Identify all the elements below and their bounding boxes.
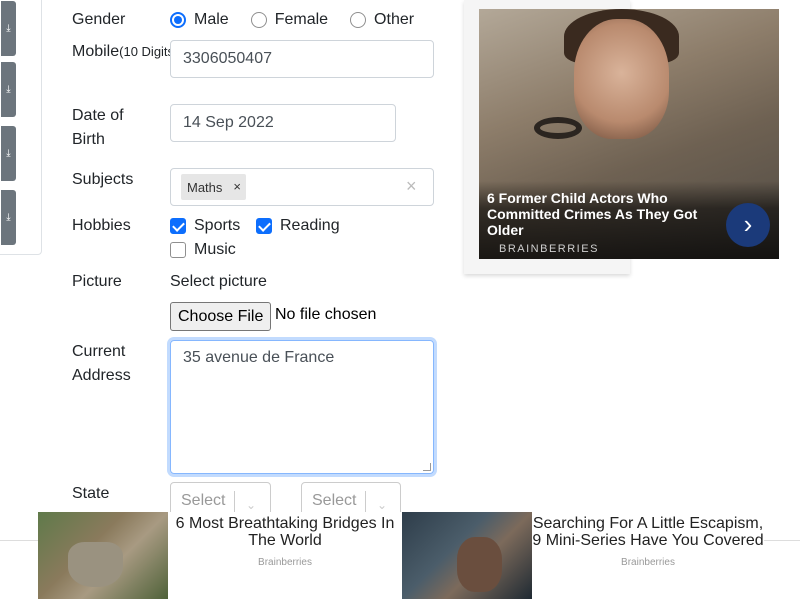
side-download-button-4[interactable]: ⤓: [1, 190, 16, 245]
address-label: Current Address: [72, 340, 131, 388]
gender-female-radio[interactable]: [250, 12, 267, 28]
ad-image[interactable]: 6 Former Child Actors Who Committed Crim…: [479, 9, 779, 259]
state-select-separator: [234, 491, 235, 513]
ad-photo-tire: [534, 117, 582, 139]
ad-bottom-thumb-2[interactable]: [402, 512, 532, 599]
picture-prompt: Select picture: [170, 273, 267, 290]
ad-title[interactable]: 6 Former Child Actors Who Committed Crim…: [487, 190, 717, 238]
mobile-label: Mobile(10 Digits): [72, 40, 178, 64]
dob-label: Date of Birth: [72, 104, 124, 152]
dob-label-line1: Date of: [72, 107, 124, 124]
state-label: State: [72, 485, 110, 502]
download-icon: ⤓: [6, 148, 11, 159]
download-icon: ⤓: [6, 84, 11, 95]
hobbies-label: Hobbies: [72, 217, 131, 234]
choose-file-button[interactable]: Choose File: [170, 302, 272, 331]
next-arrow-icon[interactable]: ›: [726, 203, 770, 247]
dob-label-line2: Birth: [72, 131, 105, 148]
side-download-button-2[interactable]: ⤓: [1, 62, 16, 117]
mobile-input[interactable]: 3306050407: [170, 40, 434, 78]
ad-source: BRAINBERRIES: [499, 243, 599, 255]
side-panel: ⤓ ⤓ ⤓ ⤓: [0, 0, 42, 255]
address-label-line1: Current: [72, 343, 126, 360]
hobby-reading-label[interactable]: Reading: [280, 217, 340, 235]
ad-photo-face: [574, 19, 669, 139]
hobby-music-label[interactable]: Music: [194, 241, 236, 259]
hobby-music[interactable]: Music: [170, 238, 236, 262]
ad-bottom-thumb-2-subject: [457, 537, 502, 592]
address-label-line2: Address: [72, 367, 131, 384]
hobby-sports-checkbox[interactable]: [170, 218, 186, 234]
ad-bottom-title-1[interactable]: 6 Most Breathtaking Bridges In The World: [168, 512, 402, 549]
subjects-label: Subjects: [72, 171, 134, 188]
hobby-reading-checkbox[interactable]: [256, 218, 272, 234]
download-icon: ⤓: [6, 212, 11, 223]
ad-bottom-thumb-1[interactable]: [38, 512, 168, 599]
ad-bottom-source-2: Brainberries: [621, 557, 675, 568]
file-status: No file chosen: [275, 306, 377, 323]
download-icon: ⤓: [6, 23, 11, 34]
mobile-label-text: Mobile: [72, 43, 120, 60]
hobby-sports[interactable]: Sports: [170, 214, 240, 238]
picture-label: Picture: [72, 273, 122, 290]
hobby-sports-label[interactable]: Sports: [194, 217, 240, 235]
dob-input[interactable]: 14 Sep 2022: [170, 104, 396, 142]
gender-label: Gender: [72, 11, 126, 28]
ad-bottom-thumb-1-subject: [68, 542, 123, 587]
ad-bottom-source-1: Brainberries: [258, 557, 312, 568]
gender-other-label[interactable]: Other: [374, 11, 414, 29]
side-download-button-3[interactable]: ⤓: [1, 126, 16, 181]
current-address-value: 35 avenue de France: [183, 349, 335, 366]
gender-other-radio[interactable]: [350, 12, 367, 28]
subject-chip: Maths ×: [181, 174, 246, 200]
city-select-separator: [365, 491, 366, 513]
current-address-textarea[interactable]: 35 avenue de France: [170, 340, 434, 474]
gender-female-label[interactable]: Female: [275, 11, 328, 29]
resize-grip-icon[interactable]: [423, 463, 431, 471]
ad-bottom-text-1[interactable]: 6 Most Breathtaking Bridges In The World…: [168, 512, 402, 599]
subject-chip-label: Maths: [187, 179, 223, 195]
gender-radio-group: Male Female Other: [170, 8, 436, 32]
ad-bottom-text-2[interactable]: Searching For A Little Escapism, 9 Mini-…: [532, 512, 764, 599]
hobby-reading[interactable]: Reading: [256, 214, 340, 238]
chip-remove-icon[interactable]: ×: [228, 174, 246, 200]
hobby-music-checkbox[interactable]: [170, 242, 186, 258]
subjects-clear-icon[interactable]: ×: [406, 176, 417, 197]
side-download-button-1[interactable]: ⤓: [1, 1, 16, 56]
gender-male-label[interactable]: Male: [194, 11, 229, 29]
ad-bottom-title-2[interactable]: Searching For A Little Escapism, 9 Mini-…: [532, 512, 764, 549]
gender-male-radio[interactable]: [170, 12, 186, 28]
